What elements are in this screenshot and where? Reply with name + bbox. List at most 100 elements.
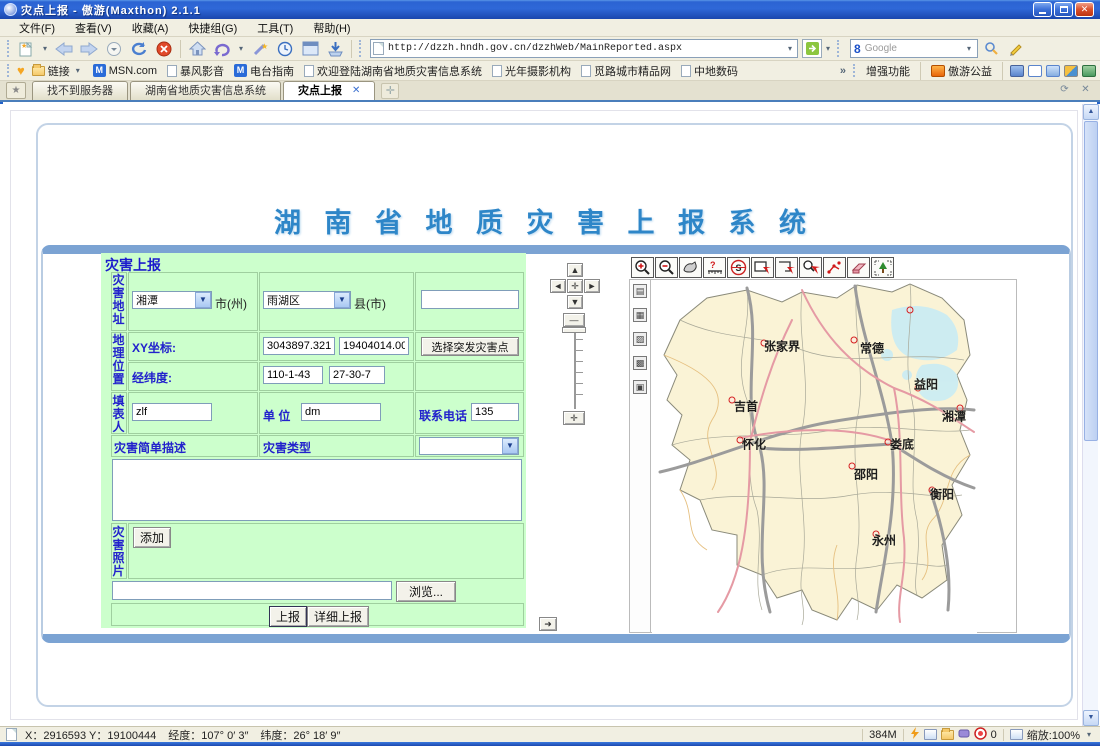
add-photo-button[interactable]: 添加 xyxy=(133,527,171,548)
scrollbar-thumb[interactable] xyxy=(1084,121,1098,441)
county-select[interactable]: 雨湖区▼ xyxy=(263,291,351,309)
tab-list-star-icon[interactable]: ★ xyxy=(6,82,26,99)
zoom-level[interactable]: 缩放:100% xyxy=(1027,727,1080,743)
window-layout-icon[interactable] xyxy=(1028,65,1042,77)
pick-disaster-point-button[interactable]: 选择突发灾害点 xyxy=(421,337,519,356)
link-milu-city[interactable]: 觅路城市精品网 xyxy=(578,63,674,79)
popup-blocker-icon[interactable] xyxy=(924,729,937,740)
undo-dropdown-icon[interactable]: ▾ xyxy=(235,38,247,59)
menu-file[interactable]: 文件(F) xyxy=(10,19,64,37)
collapse-panel-button[interactable]: ➜ xyxy=(539,617,557,631)
download-folder-icon[interactable] xyxy=(941,730,954,740)
map-marker-icon[interactable] xyxy=(907,307,914,314)
map-draw-line-icon[interactable] xyxy=(823,257,846,278)
tab-disaster-report[interactable]: 灾点上报 ✕ xyxy=(283,81,375,100)
map-scale-icon[interactable]: S xyxy=(727,257,750,278)
chevron-down-icon[interactable]: ▼ xyxy=(195,292,211,308)
map-full-extent-icon[interactable] xyxy=(871,257,894,278)
tab-close-icon[interactable]: ✕ xyxy=(352,82,360,100)
reporter-name-input[interactable] xyxy=(132,403,212,421)
go-dropdown-icon[interactable]: ▾ xyxy=(823,44,833,53)
layer-labels-icon[interactable]: ▣ xyxy=(633,380,647,394)
forward-icon[interactable] xyxy=(77,38,101,59)
link-zhongdi[interactable]: 中地数码 xyxy=(678,63,741,79)
page-scrollbar[interactable]: ▲ ▼ xyxy=(1082,104,1098,726)
layer-rivers-icon[interactable]: ▩ xyxy=(633,356,647,370)
maxthon-charity[interactable]: 傲游公益 xyxy=(928,63,995,79)
address-bar[interactable]: http://dzzh.hndh.gov.cn/dzzhWeb/MainRepo… xyxy=(370,39,798,58)
plugin-icon[interactable] xyxy=(958,728,970,741)
map-unselect-rect-icon[interactable] xyxy=(775,257,798,278)
url-text[interactable]: http://dzzh.hndh.gov.cn/dzzhWeb/MainRepo… xyxy=(388,43,785,54)
disaster-type-select[interactable]: ▼ xyxy=(419,437,519,455)
search-magnifier-icon[interactable] xyxy=(979,38,1003,59)
map-canvas[interactable]: 张家界常德益阳吉首怀化湘潭娄底邵阳衡阳永州 xyxy=(652,280,977,634)
detail-submit-button[interactable]: 详细上报 xyxy=(307,606,369,627)
address-detail-input[interactable] xyxy=(421,290,519,309)
map-pan-icon[interactable] xyxy=(679,257,702,278)
back-icon[interactable] xyxy=(52,38,76,59)
map-zoom-select-icon[interactable] xyxy=(799,257,822,278)
browse-button[interactable]: 浏览... xyxy=(396,581,456,602)
map-zoom-out-icon[interactable] xyxy=(655,257,678,278)
skin-icon[interactable] xyxy=(1064,65,1078,77)
menu-tools[interactable]: 工具(T) xyxy=(248,19,302,37)
search-input[interactable]: Google xyxy=(865,43,964,54)
zoom-in-step-button[interactable]: ✛ xyxy=(563,411,585,425)
map-zoom-in-icon[interactable] xyxy=(631,257,654,278)
new-page-dropdown-icon[interactable]: ▾ xyxy=(39,38,51,59)
title-bar[interactable]: 灾点上报 - 傲游(Maxthon) 2.1.1 ✕ xyxy=(0,0,1100,19)
menu-groups[interactable]: 快捷组(G) xyxy=(179,19,246,37)
highlight-pen-icon[interactable] xyxy=(1004,38,1028,59)
phone-input[interactable] xyxy=(471,403,519,421)
menu-view[interactable]: 查看(V) xyxy=(66,19,121,37)
layer-legend-icon[interactable]: ▦ xyxy=(633,308,647,322)
ad-block-icon[interactable] xyxy=(974,727,987,743)
chevron-down-icon[interactable]: ▼ xyxy=(334,292,350,308)
download-icon[interactable] xyxy=(323,38,347,59)
menu-help[interactable]: 帮助(H) xyxy=(304,19,359,37)
new-page-icon[interactable]: ★ xyxy=(14,38,38,59)
link-radio-guide[interactable]: M 电台指南 xyxy=(231,63,297,79)
longitude-input[interactable] xyxy=(263,366,323,384)
proxy-icon[interactable] xyxy=(1010,65,1024,77)
boost-icon[interactable] xyxy=(910,727,920,742)
map-measure-icon[interactable]: ? xyxy=(703,257,726,278)
layer-overview-icon[interactable]: ▤ xyxy=(633,284,647,298)
pan-down-button[interactable]: ▼ xyxy=(567,295,583,309)
zoom-out-step-button[interactable]: — xyxy=(563,313,585,327)
reopen-tab-icon[interactable]: ⟳ xyxy=(1056,82,1073,98)
scroll-up-icon[interactable]: ▲ xyxy=(1083,104,1099,120)
notes-icon[interactable] xyxy=(1046,65,1060,77)
pan-up-button[interactable]: ▲ xyxy=(567,263,583,277)
search-box[interactable]: 8 Google ▾ xyxy=(850,39,978,58)
file-path-input[interactable] xyxy=(112,581,392,600)
zoom-dropdown-icon[interactable]: ▾ xyxy=(1084,730,1094,739)
map-eraser-icon[interactable] xyxy=(847,257,870,278)
home-icon[interactable] xyxy=(185,38,209,59)
pan-right-button[interactable]: ► xyxy=(584,279,600,293)
zoom-slider-track[interactable] xyxy=(574,329,576,409)
maximize-button[interactable] xyxy=(1054,2,1073,17)
description-textarea[interactable] xyxy=(112,459,522,521)
close-button[interactable]: ✕ xyxy=(1075,2,1094,17)
scroll-down-icon[interactable]: ▼ xyxy=(1083,710,1099,726)
zoom-slider-handle[interactable] xyxy=(562,327,586,333)
history-dropdown-icon[interactable] xyxy=(102,38,126,59)
minimize-button[interactable] xyxy=(1033,2,1052,17)
snap-window-icon[interactable] xyxy=(298,38,322,59)
search-engine-icon[interactable]: 8 xyxy=(854,42,861,56)
search-dropdown-icon[interactable]: ▾ xyxy=(964,44,974,53)
setup-icon[interactable] xyxy=(1082,65,1096,77)
map-select-rect-icon[interactable] xyxy=(751,257,774,278)
tabbar-close-icon[interactable]: ✕ xyxy=(1077,82,1094,98)
history-clock-icon[interactable] xyxy=(273,38,297,59)
go-button[interactable] xyxy=(802,39,822,58)
tab-server-not-found[interactable]: 找不到服务器 xyxy=(32,81,128,100)
submit-button[interactable]: 上报 xyxy=(269,606,307,627)
chevron-down-icon[interactable]: ▼ xyxy=(502,438,518,454)
undo-icon[interactable] xyxy=(210,38,234,59)
enhance-menu[interactable]: 增强功能 xyxy=(863,63,913,79)
ad-hunter-icon[interactable]: ★ xyxy=(248,38,272,59)
menu-favorites[interactable]: 收藏(A) xyxy=(123,19,178,37)
